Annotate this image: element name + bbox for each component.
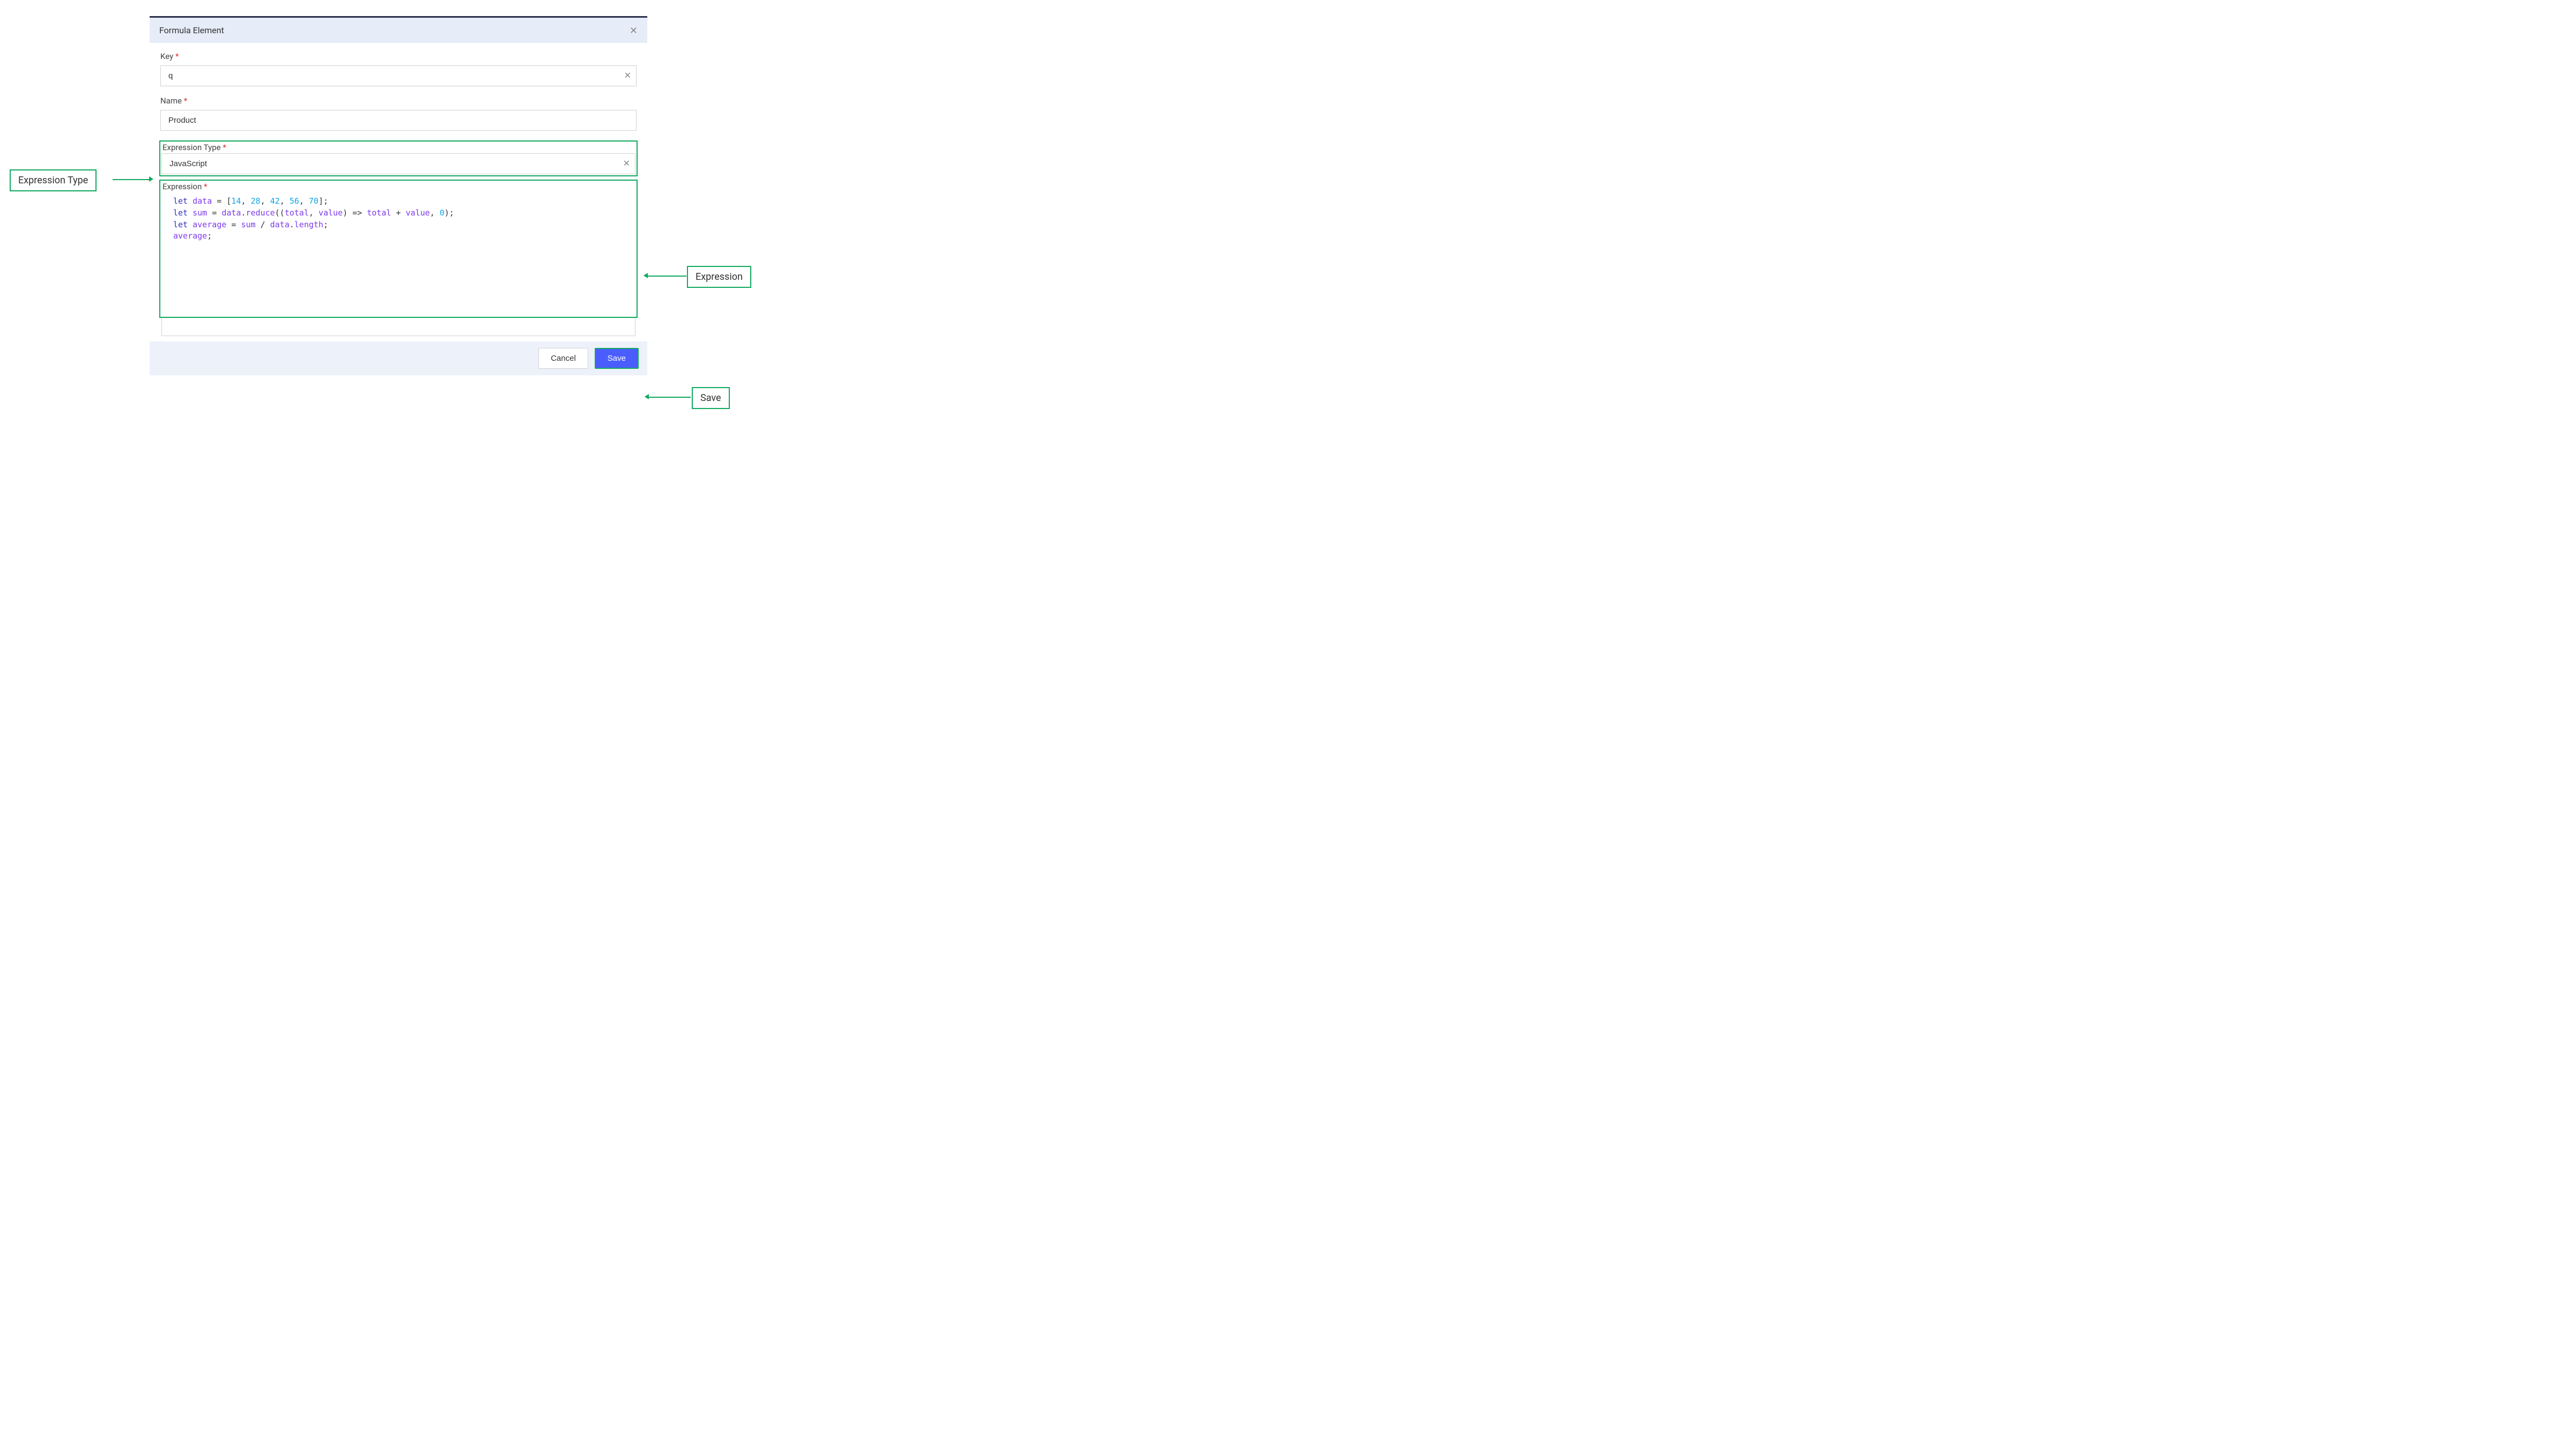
key-label: Key * bbox=[160, 51, 637, 61]
name-label: Name * bbox=[160, 96, 637, 106]
cancel-button[interactable]: Cancel bbox=[538, 348, 588, 369]
key-field-group: Key * ✕ bbox=[160, 51, 637, 86]
key-input[interactable] bbox=[160, 65, 637, 86]
save-button[interactable]: Save bbox=[595, 348, 639, 369]
dialog-header: Formula Element ✕ bbox=[150, 18, 647, 43]
callout-arrow-line bbox=[113, 179, 149, 180]
expression-type-input[interactable] bbox=[161, 153, 635, 174]
expression-type-section: Expression Type * ✕ bbox=[159, 140, 638, 176]
callout-arrow-line bbox=[648, 276, 686, 277]
arrow-left-icon bbox=[645, 394, 649, 399]
expression-label: Expression * bbox=[161, 182, 635, 191]
dialog-footer: Cancel Save bbox=[150, 341, 647, 375]
arrow-right-icon bbox=[149, 176, 153, 182]
arrow-left-icon bbox=[644, 273, 648, 278]
callout-expression: Expression bbox=[687, 266, 751, 288]
name-input[interactable] bbox=[160, 110, 637, 131]
formula-element-dialog: Formula Element ✕ Key * ✕ Name * Express… bbox=[150, 16, 647, 375]
close-icon[interactable]: ✕ bbox=[630, 26, 638, 35]
expression-section: Expression * let data = [14, 28, 42, 56,… bbox=[159, 180, 638, 318]
dialog-title: Formula Element bbox=[159, 25, 224, 35]
expression-editor[interactable]: let data = [14, 28, 42, 56, 70]; let sum… bbox=[161, 192, 635, 316]
expression-type-label: Expression Type * bbox=[161, 143, 635, 152]
callout-expression-type: Expression Type bbox=[10, 169, 97, 191]
clear-key-icon[interactable]: ✕ bbox=[624, 72, 631, 80]
callout-save: Save bbox=[692, 387, 730, 409]
callout-arrow-line bbox=[649, 397, 691, 398]
dialog-body: Key * ✕ Name * Expression Type * ✕ Expre… bbox=[150, 43, 647, 336]
clear-expression-type-icon[interactable]: ✕ bbox=[623, 160, 630, 168]
editor-bottom-spacer bbox=[161, 318, 635, 336]
name-field-group: Name * bbox=[160, 96, 637, 131]
